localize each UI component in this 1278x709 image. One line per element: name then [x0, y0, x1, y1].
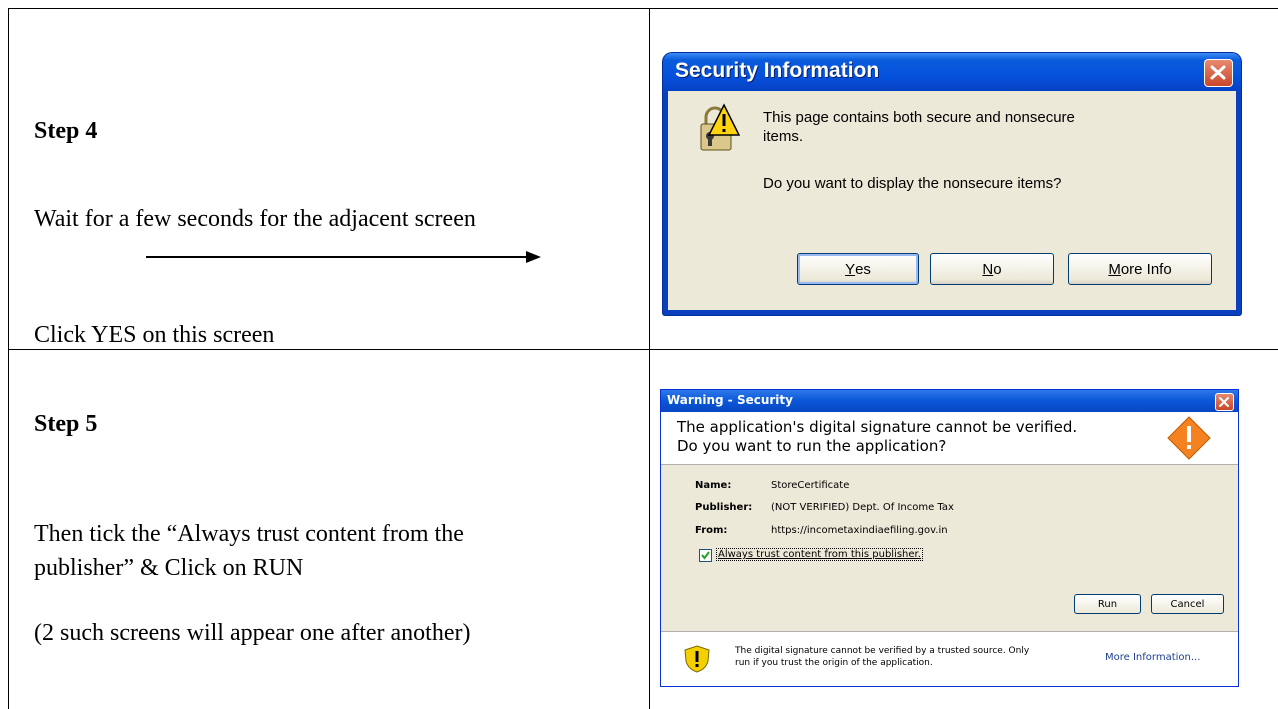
dialog-titlebar: Security Information [663, 53, 1241, 91]
table-column-divider [649, 8, 650, 709]
always-trust-checkbox[interactable] [699, 549, 712, 562]
close-button[interactable] [1215, 393, 1234, 411]
no-mnemonic: N [982, 260, 994, 278]
warning-diamond-icon [1167, 416, 1211, 460]
lock-warning-icon [700, 103, 740, 151]
shield-warning-icon [684, 645, 710, 673]
name-value: StoreCertificate [771, 480, 850, 491]
from-value: https://incometaxindiaefiling.gov.in [771, 525, 948, 536]
more-info-mnemonic: M [1108, 260, 1121, 278]
step-4-title: Step 4 [34, 118, 98, 144]
dialog-details: Name: StoreCertificate Publisher: (NOT V… [661, 465, 1238, 632]
footer-line1: The digital signature cannot be verified… [735, 646, 1030, 656]
always-trust-label[interactable]: Always trust content from this publisher… [716, 548, 923, 561]
security-information-dialog: Security Information This page contains … [663, 53, 1241, 315]
more-info-label: ore Info [1120, 260, 1172, 278]
table-border-left [8, 8, 9, 709]
close-button[interactable] [1204, 59, 1233, 87]
dialog-title: Warning - Security [667, 393, 793, 407]
dialog-title: Security Information [675, 59, 880, 82]
footer-line2: run if you trust the origin of the appli… [735, 658, 933, 668]
dialog-header-text: The application's digital signature cann… [677, 418, 1077, 456]
close-icon [1210, 65, 1226, 80]
right-arrow-icon [146, 251, 541, 263]
table-border-top [8, 8, 1278, 9]
no-button[interactable]: No [930, 253, 1054, 285]
dialog-header: The application's digital signature cann… [661, 412, 1238, 465]
dialog-message-line1: This page contains both secure and nonse… [763, 109, 1075, 126]
close-icon [1219, 397, 1229, 407]
step-5-title: Step 5 [34, 411, 98, 437]
dialog-body: This page contains both secure and nonse… [668, 91, 1236, 310]
name-label: Name: [695, 480, 732, 491]
publisher-label: Publisher: [695, 502, 753, 513]
more-information-link[interactable]: More Information... [1105, 652, 1200, 663]
dialog-question: Do you want to display the nonsecure ite… [763, 175, 1062, 192]
checkmark-icon [701, 551, 710, 560]
step-4-click-yes: Click YES on this screen [34, 322, 275, 348]
publisher-value: (NOT VERIFIED) Dept. Of Income Tax [771, 502, 954, 513]
yes-mnemonic: Y [845, 260, 856, 278]
step-5-instruction-line2: publisher” & Click on RUN [34, 555, 304, 581]
header-line1: The application's digital signature cann… [677, 418, 1078, 436]
warning-security-dialog: Warning - Security The application's dig… [660, 389, 1239, 687]
step-5-note: (2 such screens will appear one after an… [34, 620, 471, 646]
yes-button[interactable]: Yes [797, 253, 919, 285]
dialog-titlebar: Warning - Security [661, 390, 1238, 412]
cancel-button[interactable]: Cancel [1151, 594, 1224, 614]
header-line2: Do you want to run the application? [677, 437, 947, 455]
step-4-instruction: Wait for a few seconds for the adjacent … [34, 206, 476, 232]
run-button[interactable]: Run [1074, 594, 1141, 614]
from-label: From: [695, 525, 728, 536]
dialog-footer: The digital signature cannot be verified… [661, 632, 1238, 686]
more-info-button[interactable]: More Info [1068, 253, 1212, 285]
no-label: o [993, 260, 1002, 278]
yes-label: es [855, 260, 871, 278]
step-5-instruction-line1: Then tick the “Always trust content from… [34, 521, 464, 547]
dialog-message-line2: items. [763, 128, 804, 145]
